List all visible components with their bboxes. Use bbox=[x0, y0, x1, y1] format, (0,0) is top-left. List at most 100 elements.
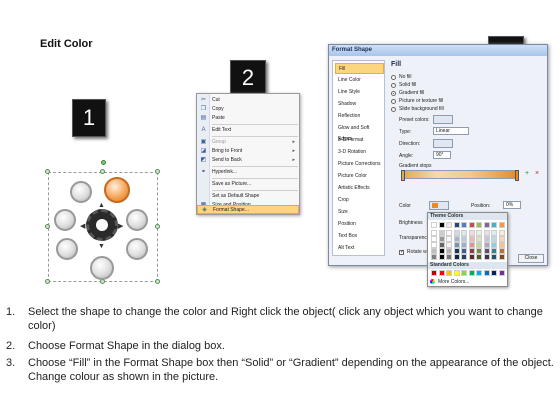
resize-handle[interactable] bbox=[45, 224, 50, 229]
theme-colors-header: Theme Colors bbox=[428, 213, 507, 220]
direction-button[interactable] bbox=[433, 139, 453, 148]
position-input[interactable]: 0% bbox=[503, 201, 521, 209]
menu-separator bbox=[212, 178, 298, 179]
menu-item-cut[interactable]: ✂ Cut bbox=[197, 96, 299, 105]
color-swatch[interactable] bbox=[431, 254, 437, 260]
type-dropdown[interactable]: Linear bbox=[433, 127, 469, 135]
menu-item-group[interactable]: ▣ Group ▸ bbox=[197, 138, 299, 147]
selected-orange-circle-shape[interactable] bbox=[104, 177, 130, 203]
color-swatch[interactable] bbox=[453, 222, 460, 228]
menu-item-copy[interactable]: ❐ Copy bbox=[197, 105, 299, 114]
color-swatch[interactable] bbox=[453, 270, 460, 276]
radio-picture-fill[interactable] bbox=[391, 99, 396, 104]
color-swatch[interactable] bbox=[461, 222, 467, 228]
angle-label: Angle: bbox=[399, 153, 414, 159]
resize-handle[interactable] bbox=[155, 169, 160, 174]
color-swatch[interactable] bbox=[476, 254, 482, 260]
color-swatch[interactable] bbox=[483, 254, 490, 260]
remove-stop-icon[interactable]: × bbox=[535, 170, 543, 178]
nav-item-3d-format[interactable]: 3-D Format bbox=[335, 135, 384, 146]
more-colors-link[interactable]: More Colors... bbox=[438, 279, 469, 285]
color-swatch[interactable] bbox=[498, 222, 505, 228]
color-swatch[interactable] bbox=[476, 222, 482, 228]
menu-item-hyperlink[interactable]: ⚭ Hyperlink... bbox=[197, 168, 299, 177]
gray-circle-shape[interactable] bbox=[70, 181, 92, 203]
menu-item-paste[interactable]: ▤ Paste bbox=[197, 114, 299, 123]
color-swatch[interactable] bbox=[461, 270, 467, 276]
close-button[interactable]: Close bbox=[518, 254, 544, 263]
color-swatch[interactable] bbox=[446, 222, 452, 228]
color-swatch[interactable] bbox=[491, 254, 497, 260]
nav-item-text-box[interactable]: Text Box bbox=[335, 231, 384, 242]
gradient-stop-handle[interactable] bbox=[515, 170, 519, 181]
nav-item-shadow[interactable]: Shadow bbox=[335, 99, 384, 110]
gray-circle-shape[interactable] bbox=[126, 209, 148, 231]
instruction-number: 3. bbox=[6, 357, 16, 369]
angle-input[interactable]: 90° bbox=[433, 151, 451, 159]
color-swatch[interactable] bbox=[468, 254, 475, 260]
color-swatch[interactable] bbox=[461, 254, 467, 260]
nav-item-picture-color[interactable]: Picture Color bbox=[335, 171, 384, 182]
color-swatch[interactable] bbox=[446, 254, 452, 260]
nav-item-crop[interactable]: Crop bbox=[335, 195, 384, 206]
section-heading: Fill bbox=[391, 61, 402, 68]
gradient-stops-bar[interactable] bbox=[401, 170, 519, 179]
color-swatch[interactable] bbox=[438, 270, 445, 276]
menu-item-edit-text[interactable]: A Edit Text bbox=[197, 126, 299, 135]
nav-item-artistic-effects[interactable]: Artistic Effects bbox=[335, 183, 384, 194]
nav-item-fill[interactable]: Fill bbox=[335, 63, 384, 74]
gray-circle-shape[interactable] bbox=[126, 238, 148, 260]
color-swatch[interactable] bbox=[431, 222, 437, 228]
menu-item-format-shape[interactable]: ◈ Format Shape... bbox=[197, 205, 299, 214]
resize-handle[interactable] bbox=[155, 279, 160, 284]
color-swatch[interactable] bbox=[446, 270, 452, 276]
resize-handle[interactable] bbox=[45, 279, 50, 284]
gray-circle-shape[interactable] bbox=[56, 238, 78, 260]
menu-item-save-as-picture[interactable]: Save as Picture... bbox=[197, 180, 299, 189]
nav-item-alt-text[interactable]: Alt Text bbox=[335, 243, 384, 254]
rotation-handle[interactable] bbox=[101, 160, 106, 165]
color-swatch[interactable] bbox=[438, 254, 445, 260]
color-swatch[interactable] bbox=[491, 222, 497, 228]
color-swatch[interactable] bbox=[468, 270, 475, 276]
resize-handle[interactable] bbox=[100, 169, 105, 174]
menu-item-send-to-back[interactable]: ◩ Send to Back ▸ bbox=[197, 156, 299, 165]
resize-handle[interactable] bbox=[45, 169, 50, 174]
radio-slide-background-fill[interactable] bbox=[391, 107, 396, 112]
nav-item-position[interactable]: Position bbox=[335, 219, 384, 230]
color-swatch[interactable] bbox=[498, 254, 505, 260]
nav-item-3d-rotation[interactable]: 3-D Rotation bbox=[335, 147, 384, 158]
gradient-stop-handle[interactable] bbox=[401, 170, 405, 181]
resize-handle[interactable] bbox=[155, 224, 160, 229]
nav-item-size[interactable]: Size bbox=[335, 207, 384, 218]
color-swatch[interactable] bbox=[483, 222, 490, 228]
direction-label: Direction: bbox=[399, 141, 421, 147]
nav-item-picture-corrections[interactable]: Picture Corrections bbox=[335, 159, 384, 170]
nav-item-line-color[interactable]: Line Color bbox=[335, 75, 384, 86]
gray-circle-shape[interactable] bbox=[90, 256, 114, 280]
menu-item-set-default-shape[interactable]: Set as Default Shape bbox=[197, 192, 299, 201]
color-swatch[interactable] bbox=[476, 270, 482, 276]
preset-colors-label: Preset colors: bbox=[399, 117, 430, 123]
color-swatch[interactable] bbox=[453, 254, 460, 260]
color-swatch[interactable] bbox=[438, 222, 445, 228]
radio-no-fill[interactable] bbox=[391, 75, 396, 80]
radio-label: Slide background fill bbox=[399, 106, 444, 112]
color-swatch[interactable] bbox=[483, 270, 490, 276]
page-title: Edit Color bbox=[40, 38, 93, 50]
paste-icon: ▤ bbox=[200, 115, 207, 121]
nav-item-reflection[interactable]: Reflection bbox=[335, 111, 384, 122]
nav-item-line-style[interactable]: Line Style bbox=[335, 87, 384, 98]
add-stop-icon[interactable]: + bbox=[525, 170, 533, 178]
color-swatch[interactable] bbox=[491, 270, 497, 276]
gray-circle-shape[interactable] bbox=[54, 209, 76, 231]
color-swatch[interactable] bbox=[498, 270, 505, 276]
dialog-title: Format Shape bbox=[329, 45, 547, 56]
color-swatch[interactable] bbox=[431, 270, 437, 276]
radio-solid-fill[interactable] bbox=[391, 83, 396, 88]
preset-colors-button[interactable] bbox=[433, 115, 453, 124]
color-swatch[interactable] bbox=[468, 222, 475, 228]
radio-gradient-fill[interactable] bbox=[391, 91, 396, 96]
menu-item-bring-to-front[interactable]: ◪ Bring to Front ▸ bbox=[197, 147, 299, 156]
nav-item-glow-soft-edges[interactable]: Glow and Soft Edges bbox=[335, 123, 384, 142]
